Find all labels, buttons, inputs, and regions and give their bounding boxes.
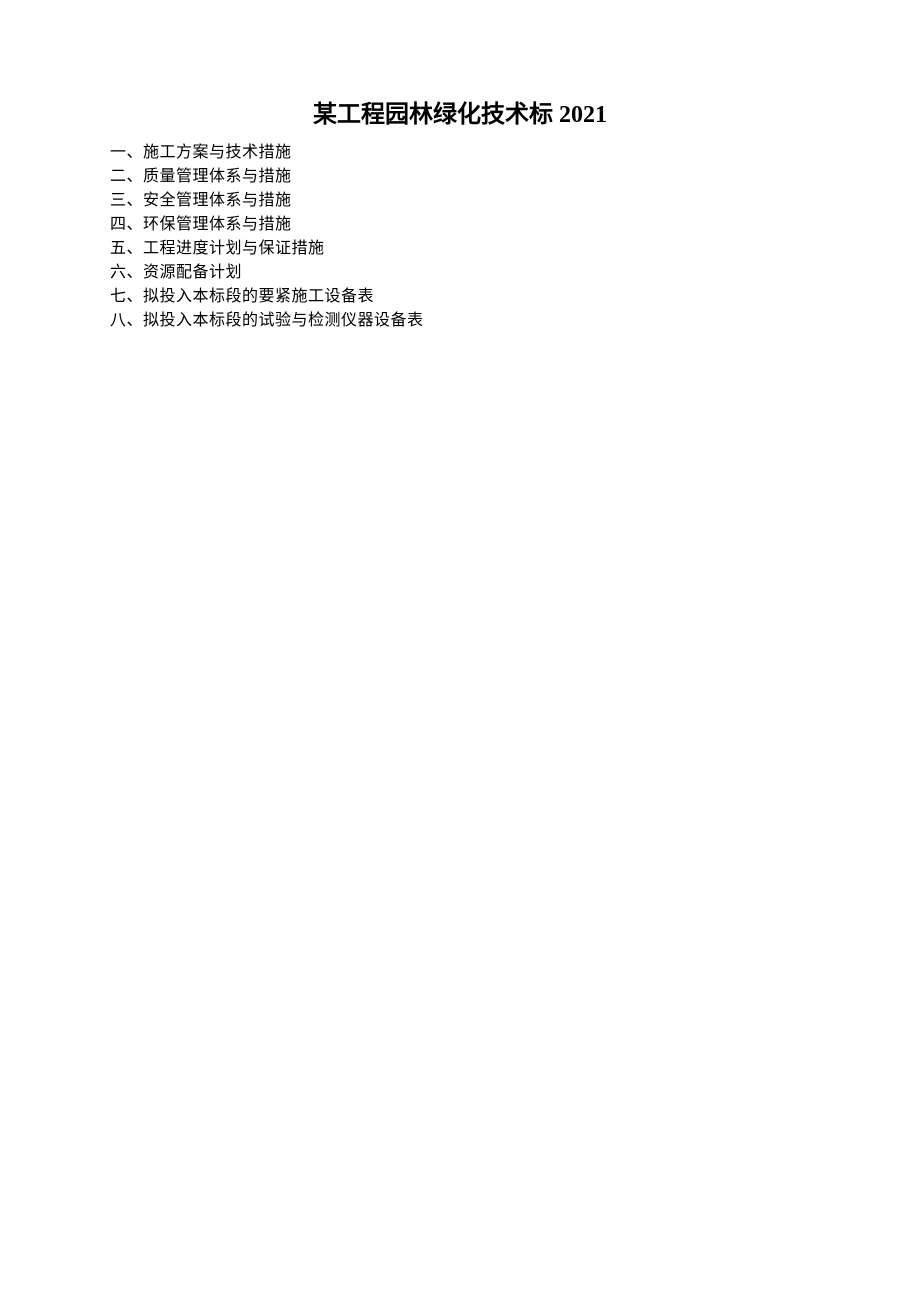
toc-item: 三、安全管理体系与措施 [110,189,920,213]
toc-item: 四、环保管理体系与措施 [110,213,920,237]
table-of-contents: 一、施工方案与技术措施 二、质量管理体系与措施 三、安全管理体系与措施 四、环保… [0,141,920,333]
toc-item: 八、拟投入本标段的试验与检测仪器设备表 [110,309,920,333]
toc-item: 一、施工方案与技术措施 [110,141,920,165]
document-title: 某工程园林绿化技术标 2021 [0,94,920,129]
toc-item: 五、工程进度计划与保证措施 [110,237,920,261]
toc-item: 二、质量管理体系与措施 [110,165,920,189]
toc-item: 六、资源配备计划 [110,261,920,285]
toc-item: 七、拟投入本标段的要紧施工设备表 [110,285,920,309]
